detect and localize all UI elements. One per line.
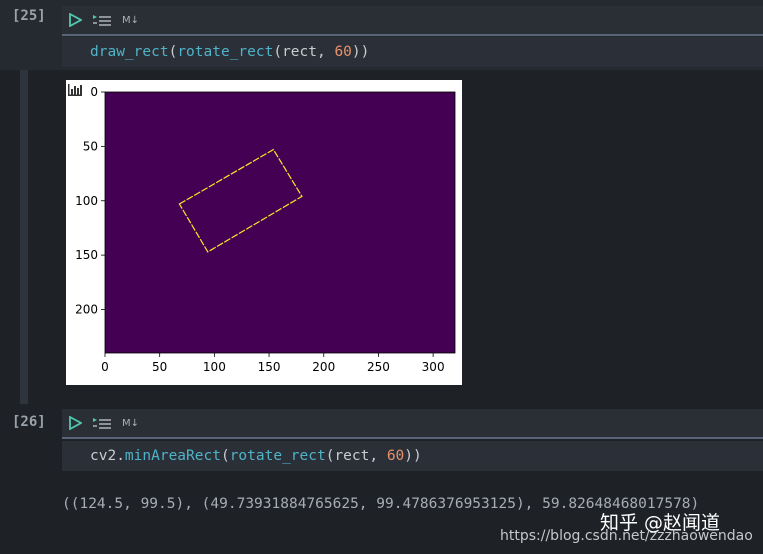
y-tick-label: 100 [75,194,98,208]
x-tick-label: 150 [258,360,281,374]
markdown-icon[interactable]: M↓ [122,418,139,429]
code-token: rotate_rect [229,448,326,464]
run-lines-icon[interactable] [92,13,112,27]
code-token: ( [220,448,230,464]
code-token: (rect, [273,44,335,60]
code-token: ( [168,44,178,60]
x-tick-label: 0 [101,360,109,374]
x-tick-label: 300 [422,360,445,374]
markdown-icon[interactable]: M↓ [122,15,139,26]
code-token: 60 [334,44,352,60]
x-tick-label: 250 [367,360,390,374]
code-token: (rect, [325,448,387,464]
code-editor[interactable]: cv2.minAreaRect(rotate_rect(rect, 60)) [62,441,763,471]
cell-prompt: [25] [12,8,46,24]
output-collapse-bar[interactable] [20,70,28,404]
code-token: minAreaRect [124,448,221,464]
run-lines-icon[interactable] [92,416,112,430]
y-tick-label: 150 [75,248,98,262]
x-tick-label: 50 [152,360,167,374]
code-token: cv2. [90,448,125,464]
y-tick-label: 200 [75,303,98,317]
x-tick-label: 200 [312,360,335,374]
code-token: )) [404,448,422,464]
cell-toolbar: M↓ [62,6,763,36]
code-token: draw_rect [90,44,169,60]
code-cell-26[interactable]: [26] M↓ cv2.minAreaRect(rotate_rect(rect… [0,406,763,554]
code-cell-25[interactable]: [25] M↓ draw_rect(rotate_rect(rect, 60)) [0,0,763,70]
watermark-url: https://blog.csdn.net/zzzhaowendao [500,528,753,544]
code-token: rotate_rect [177,44,274,60]
plot-output: 0 50 100 150 200 250 300 0 50 100 150 200 [66,80,462,385]
x-tick-label: 100 [203,360,226,374]
code-token: )) [351,44,370,60]
plot-svg: 0 50 100 150 200 250 300 0 50 100 150 200 [75,85,456,374]
cell-prompt: [26] [12,414,46,430]
run-icon[interactable] [68,13,82,27]
y-tick-label: 50 [83,139,98,153]
code-token: 60 [386,448,405,464]
code-editor[interactable]: draw_rect(rotate_rect(rect, 60)) [62,37,763,67]
run-icon[interactable] [68,416,82,430]
chart-icon[interactable] [68,84,82,96]
y-tick-label: 0 [90,85,98,99]
plot-image-area [104,91,456,354]
cell-toolbar: M↓ [62,409,763,439]
